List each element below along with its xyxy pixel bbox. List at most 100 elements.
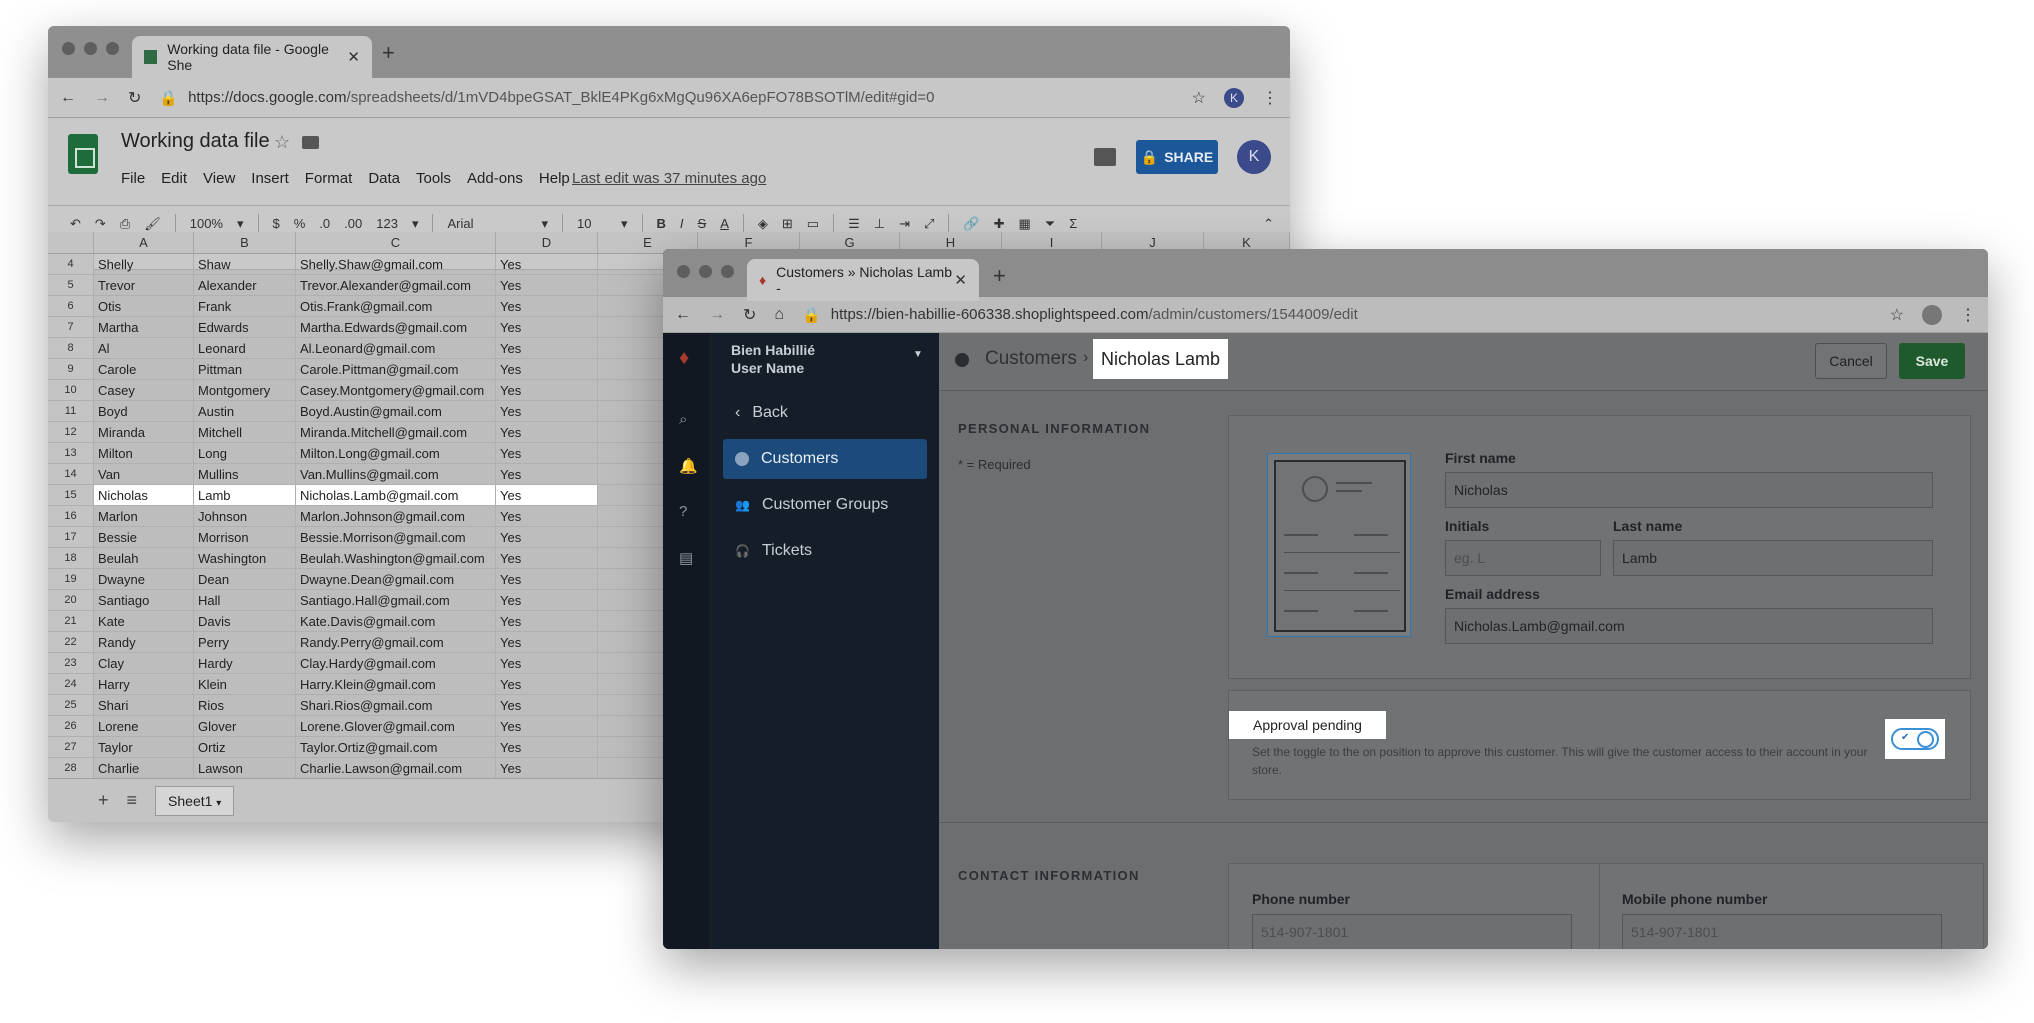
filter-icon[interactable]: ⏷	[1045, 216, 1055, 232]
table-cell[interactable]: Glover	[194, 716, 296, 736]
percent-button[interactable]: %	[294, 216, 306, 231]
row-header[interactable]: 6	[48, 296, 94, 316]
table-cell[interactable]: Yes	[496, 716, 598, 736]
all-sheets-icon[interactable]: ≡	[127, 790, 138, 811]
row-header[interactable]: 11	[48, 401, 94, 421]
table-cell[interactable]: Harry	[94, 674, 194, 694]
sheets-logo-icon[interactable]	[68, 134, 98, 174]
font-select[interactable]: Arial	[447, 216, 527, 231]
table-cell[interactable]: Nicholas	[94, 485, 194, 505]
table-cell[interactable]: Taylor.Ortiz@gmail.com	[296, 737, 496, 757]
redo-icon[interactable]: ↷	[95, 216, 106, 232]
table-cell[interactable]: Johnson	[194, 506, 296, 526]
table-cell[interactable]: Yes	[496, 275, 598, 295]
merge-cells-icon[interactable]: ▭	[807, 216, 819, 232]
menu-view[interactable]: View	[203, 170, 235, 187]
ls-browser-tab[interactable]: ♦ Customers » Nicholas Lamb - ✕	[747, 259, 979, 301]
table-cell[interactable]: Trevor.Alexander@gmail.com	[296, 275, 496, 295]
table-cell[interactable]: Mitchell	[194, 422, 296, 442]
customer-card-image[interactable]	[1267, 453, 1411, 637]
table-cell[interactable]: Yes	[496, 758, 598, 778]
undo-icon[interactable]: ↶	[70, 216, 81, 232]
table-cell[interactable]: Leonard	[194, 338, 296, 358]
table-cell[interactable]: Otis	[94, 296, 194, 316]
column-header-a[interactable]: A	[94, 232, 194, 253]
currency-button[interactable]: $	[273, 216, 280, 231]
table-cell[interactable]: Dean	[194, 569, 296, 589]
table-cell[interactable]: Yes	[496, 401, 598, 421]
table-cell[interactable]: Frank	[194, 296, 296, 316]
row-header[interactable]: 12	[48, 422, 94, 442]
comments-icon[interactable]	[1094, 148, 1116, 166]
align-vertical-icon[interactable]: ⊥	[874, 216, 885, 232]
table-cell[interactable]: Charlie	[94, 758, 194, 778]
table-cell[interactable]: Lorene	[94, 716, 194, 736]
table-cell[interactable]: Edwards	[194, 317, 296, 337]
table-cell[interactable]: Yes	[496, 653, 598, 673]
row-header[interactable]: 15	[48, 485, 94, 505]
table-cell[interactable]: Montgomery	[194, 380, 296, 400]
sidebar-item-back[interactable]: ‹ Back	[723, 393, 927, 433]
table-cell[interactable]: Al.Leonard@gmail.com	[296, 338, 496, 358]
table-cell[interactable]: Shaw	[194, 254, 296, 274]
text-color-icon[interactable]: A	[720, 216, 729, 231]
decrease-decimal-button[interactable]: .0	[319, 216, 330, 231]
add-sheet-icon[interactable]: +	[98, 790, 109, 811]
increase-decimal-button[interactable]: .00	[344, 216, 362, 231]
column-header-d[interactable]: D	[496, 232, 598, 253]
table-cell[interactable]: Hardy	[194, 653, 296, 673]
more-formats-button[interactable]: 123	[376, 216, 398, 231]
bookmark-star-icon[interactable]: ☆	[1890, 305, 1904, 325]
new-tab-button[interactable]: +	[382, 40, 395, 66]
table-cell[interactable]: Marlon.Johnson@gmail.com	[296, 506, 496, 526]
close-tab-icon[interactable]: ✕	[347, 48, 360, 66]
row-header[interactable]: 8	[48, 338, 94, 358]
approval-toggle[interactable]: ✔	[1891, 728, 1939, 750]
menu-help[interactable]: Help	[539, 170, 570, 187]
save-button[interactable]: Save	[1899, 343, 1965, 379]
table-cell[interactable]: Yes	[496, 569, 598, 589]
table-cell[interactable]: Yes	[496, 296, 598, 316]
table-cell[interactable]: Harry.Klein@gmail.com	[296, 674, 496, 694]
forward-arrow-icon[interactable]: →	[709, 306, 725, 324]
table-cell[interactable]: Yes	[496, 254, 598, 274]
chevron-down-icon[interactable]: ▼	[913, 349, 923, 360]
table-cell[interactable]: Morrison	[194, 527, 296, 547]
menu-file[interactable]: File	[121, 170, 145, 187]
table-cell[interactable]: Yes	[496, 443, 598, 463]
table-cell[interactable]: Rios	[194, 695, 296, 715]
chart-icon[interactable]: ▦	[1018, 216, 1030, 232]
text-wrap-icon[interactable]: ⇥	[899, 216, 910, 232]
table-cell[interactable]: Milton	[94, 443, 194, 463]
functions-icon[interactable]: Σ	[1069, 216, 1077, 231]
table-cell[interactable]: Carole	[94, 359, 194, 379]
menu-insert[interactable]: Insert	[251, 170, 289, 187]
paint-format-icon[interactable]: 🖌	[144, 216, 161, 232]
back-arrow-icon[interactable]: ←	[60, 89, 76, 107]
row-header[interactable]: 23	[48, 653, 94, 673]
table-cell[interactable]: Miranda.Mitchell@gmail.com	[296, 422, 496, 442]
close-tab-icon[interactable]: ✕	[954, 271, 967, 289]
table-cell[interactable]: Kate.Davis@gmail.com	[296, 611, 496, 631]
row-header[interactable]: 25	[48, 695, 94, 715]
table-cell[interactable]: Mullins	[194, 464, 296, 484]
text-rotate-icon[interactable]: ⤢	[924, 216, 934, 232]
sheets-browser-tab[interactable]: Working data file - Google She ✕	[132, 36, 372, 78]
table-cell[interactable]: Long	[194, 443, 296, 463]
table-cell[interactable]: Klein	[194, 674, 296, 694]
row-header[interactable]: 21	[48, 611, 94, 631]
font-size-select[interactable]: 10	[577, 216, 607, 231]
table-cell[interactable]: Davis	[194, 611, 296, 631]
bold-icon[interactable]: B	[657, 216, 666, 231]
table-cell[interactable]: Yes	[496, 464, 598, 484]
table-cell[interactable]: Martha	[94, 317, 194, 337]
table-cell[interactable]: Yes	[496, 485, 598, 505]
link-icon[interactable]: 🔗	[963, 216, 979, 232]
table-cell[interactable]: Milton.Long@gmail.com	[296, 443, 496, 463]
reload-icon[interactable]: ↻	[743, 305, 756, 325]
url-field[interactable]: 🔒 https://bien-habillie-606338.shoplight…	[802, 306, 1872, 324]
table-cell[interactable]: Santiago	[94, 590, 194, 610]
table-cell[interactable]: Lawson	[194, 758, 296, 778]
table-cell[interactable]: Shelly	[94, 254, 194, 274]
table-cell[interactable]: Hall	[194, 590, 296, 610]
